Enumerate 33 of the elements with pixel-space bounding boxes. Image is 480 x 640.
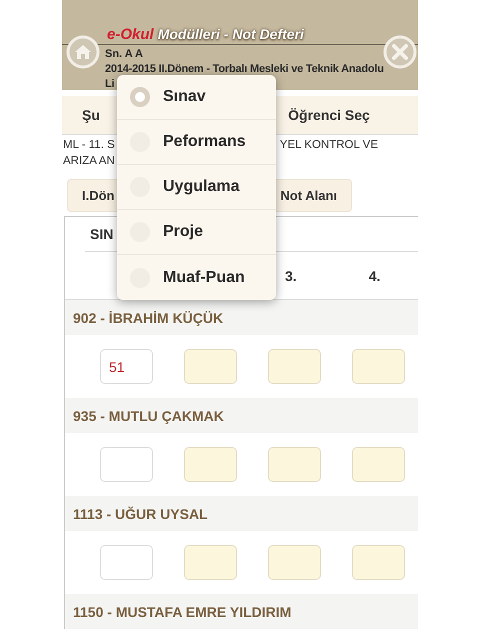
menu-item[interactable]: Uygulama [117,165,276,210]
grade-field[interactable] [184,545,237,580]
brand-logo: e-Okul [107,26,154,42]
grade-field[interactable] [352,545,405,580]
grade-field[interactable] [100,545,153,580]
grade-field[interactable] [100,447,153,482]
grade-field[interactable] [184,447,237,482]
menu-item[interactable]: Proje [117,210,276,255]
grade-field[interactable]: 51 [100,349,153,384]
student-name: 1113 - UĞUR UYSAL [73,506,208,522]
grade-field[interactable] [352,349,405,384]
student-name: 935 - MUTLU ÇAKMAK [73,408,224,424]
course-text: ARIZA AN [63,154,115,169]
column-heading: 4. [368,268,380,284]
grade-field[interactable] [184,349,237,384]
menu-item[interactable]: Muaf-Puan [117,255,276,300]
menu-item[interactable]: Sınav [117,75,276,120]
term-text: 2014-2015 II.Dönem - Torbalı Mesleki ve Teknik Anadolu [105,62,385,77]
grade-field[interactable] [268,349,321,384]
course-text: YEL KONTROL VE [280,138,378,153]
student-name: 1150 - MUSTAFA EMRE YILDIRIM [73,604,292,620]
grade-field[interactable] [268,545,321,580]
page-title: Modülleri - Not Defteri [158,26,304,42]
column-heading: SIN [90,226,114,242]
radio-button[interactable] [130,87,150,107]
grade-field[interactable] [352,447,405,482]
menu-item[interactable]: Peformans [117,120,276,165]
student-name: 902 - İBRAHİM KÜÇÜK [73,310,224,326]
course-text: ML - 11. S [63,138,115,153]
term-text: Li [105,77,116,92]
grade-field[interactable] [268,447,321,482]
user-name: Sn. A A [105,47,144,62]
column-heading: 3. [285,268,297,284]
